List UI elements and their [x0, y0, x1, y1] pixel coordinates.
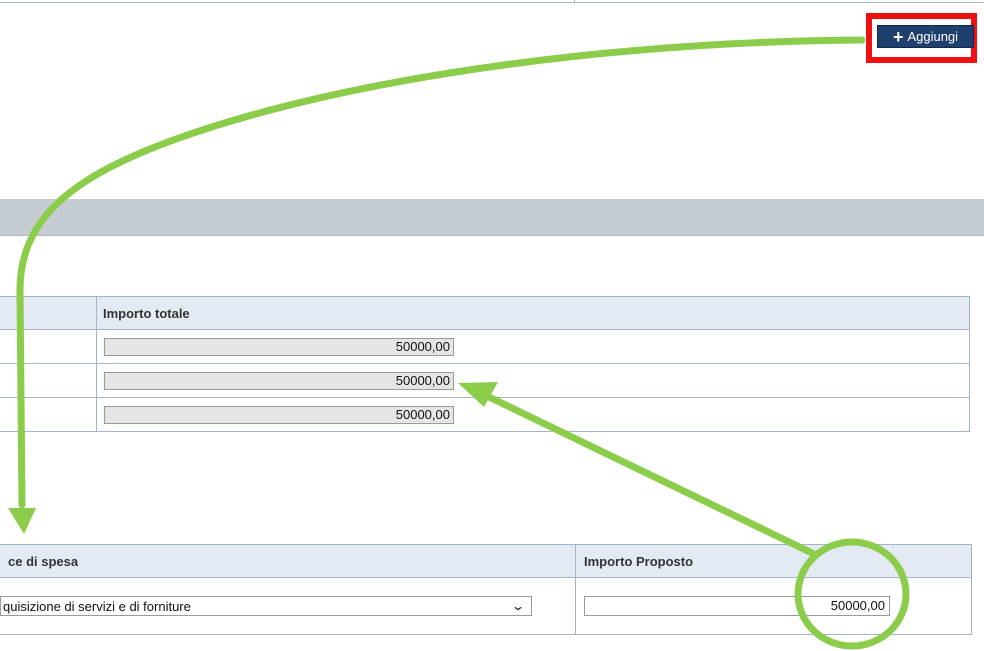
table-row: 50000,00: [0, 397, 970, 432]
table-header-row: ce di spesa Importo Proposto: [0, 544, 972, 578]
add-button[interactable]: + Aggiungi: [877, 25, 974, 48]
add-button-label: Aggiungi: [907, 29, 959, 44]
section-header-bar: [0, 199, 984, 236]
table-row: quisizione di servizi e di forniture ⌄ 5…: [0, 577, 972, 635]
plus-icon: +: [892, 26, 904, 47]
column-divider: [574, 0, 575, 3]
table-cell: [0, 329, 97, 364]
table-cell: [0, 363, 97, 398]
importo-proposto-input[interactable]: 50000,00: [584, 596, 890, 616]
annotation-arrowhead: [8, 508, 36, 534]
amount-field: 50000,00: [104, 405, 454, 424]
column-header-importo-totale: Importo totale: [96, 296, 970, 330]
amount-field: 50000,00: [104, 337, 454, 356]
column-header-voce-di-spesa: ce di spesa: [0, 544, 576, 578]
table-cell: 50000,00: [96, 397, 970, 432]
chevron-down-icon: ⌄: [510, 599, 526, 613]
table-row: 50000,00: [0, 363, 970, 398]
annotation-arrow-curve: [16, 36, 866, 509]
table-cell: quisizione di servizi e di forniture ⌄: [0, 577, 576, 635]
voce-di-spesa-select[interactable]: quisizione di servizi e di forniture ⌄: [0, 596, 532, 616]
table-header-row: Importo totale: [0, 296, 970, 330]
totals-table: Importo totale 50000,00 50000,00 50000,0…: [0, 296, 970, 432]
table-cell: 50000,00: [96, 329, 970, 364]
table-cell: 50000,00: [575, 577, 972, 635]
column-header-importo-proposto: Importo Proposto: [575, 544, 972, 578]
table-row: 50000,00: [0, 329, 970, 364]
amount-field: 50000,00: [104, 371, 454, 390]
table-cell: [0, 397, 97, 432]
select-value: quisizione di servizi e di forniture: [3, 598, 191, 614]
table-cell: 50000,00: [96, 363, 970, 398]
column-header: [0, 296, 97, 330]
proposals-table: ce di spesa Importo Proposto quisizione …: [0, 544, 972, 635]
top-strip: [0, 0, 984, 3]
